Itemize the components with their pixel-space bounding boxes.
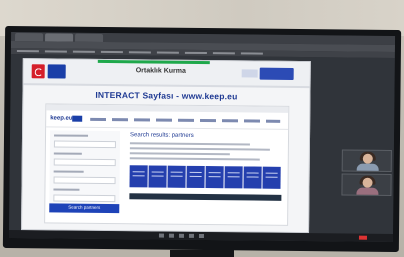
results-text-line bbox=[129, 157, 260, 161]
search-field[interactable] bbox=[53, 194, 116, 203]
sidebar-label bbox=[53, 188, 80, 191]
project-logo-icon bbox=[241, 69, 258, 78]
bookmark-item[interactable] bbox=[240, 52, 263, 55]
browser-tab[interactable] bbox=[15, 33, 44, 42]
results-cell[interactable] bbox=[148, 165, 167, 188]
results-cell[interactable] bbox=[167, 165, 186, 188]
website-search-sidebar: Search partners bbox=[49, 130, 121, 214]
bookmark-item[interactable] bbox=[212, 52, 235, 55]
results-heading: Search results: partners bbox=[130, 132, 194, 139]
chat-icon[interactable] bbox=[198, 233, 205, 239]
monitor-stand bbox=[170, 250, 234, 257]
website-logo: keep.eu bbox=[50, 115, 73, 122]
results-cell[interactable] bbox=[186, 165, 205, 189]
bookmark-item[interactable] bbox=[156, 51, 179, 54]
bookmark-item[interactable] bbox=[128, 51, 151, 54]
results-cell[interactable] bbox=[243, 166, 262, 189]
slide-header: Ortaklık Kurma bbox=[23, 59, 310, 89]
search-field[interactable] bbox=[53, 176, 116, 185]
results-table bbox=[129, 165, 281, 189]
participant-body bbox=[356, 187, 379, 195]
results-cell[interactable] bbox=[205, 166, 224, 189]
search-field[interactable] bbox=[53, 158, 116, 167]
results-cell[interactable] bbox=[129, 165, 148, 188]
slide-title: INTERACT Sayfası - www.keep.eu bbox=[95, 89, 238, 102]
search-partners-button[interactable]: Search partners bbox=[49, 203, 120, 214]
slide-accent-bar bbox=[97, 59, 210, 65]
monitor-screen: Ortaklık Kurma INTERACT Sayfası - www.ke… bbox=[8, 31, 396, 243]
camera-icon[interactable] bbox=[168, 233, 175, 238]
bookmark-item[interactable] bbox=[72, 50, 95, 53]
eu-flag-icon bbox=[72, 115, 83, 122]
website-topbar bbox=[46, 104, 289, 113]
taskbar bbox=[8, 229, 394, 243]
turkey-flag-icon bbox=[31, 64, 45, 79]
results-cell[interactable] bbox=[224, 166, 243, 189]
browser-tab[interactable] bbox=[45, 33, 74, 42]
search-partners-button-label: Search partners bbox=[68, 204, 101, 210]
results-text-line bbox=[129, 142, 250, 146]
search-field[interactable] bbox=[53, 140, 116, 149]
end-call-button[interactable] bbox=[358, 235, 367, 240]
divider bbox=[46, 126, 289, 130]
photo-scene: Ortaklık Kurma INTERACT Sayfası - www.ke… bbox=[0, 0, 404, 257]
eu-flag-icon bbox=[259, 67, 294, 80]
bookmark-item[interactable] bbox=[16, 50, 39, 53]
browser-tab[interactable] bbox=[75, 33, 104, 42]
results-text-line bbox=[129, 147, 270, 151]
participant-body bbox=[356, 163, 379, 171]
participant-video[interactable] bbox=[341, 173, 392, 196]
website-screenshot: keep.eu Search partners Search results: … bbox=[44, 103, 290, 226]
participant-avatar bbox=[362, 177, 373, 188]
presentation-slide: Ortaklık Kurma INTERACT Sayfası - www.ke… bbox=[21, 58, 311, 234]
bookmark-item[interactable] bbox=[100, 50, 123, 54]
sidebar-label bbox=[54, 134, 89, 137]
website-footer-bar bbox=[129, 193, 282, 201]
website-nav bbox=[90, 117, 281, 123]
slide-header-title: Ortaklık Kurma bbox=[135, 67, 186, 75]
bookmark-item[interactable] bbox=[184, 51, 207, 55]
participants-icon[interactable] bbox=[188, 233, 195, 238]
mic-icon[interactable] bbox=[158, 233, 165, 238]
bookmark-item[interactable] bbox=[44, 50, 67, 53]
screen-share-area: Ortaklık Kurma INTERACT Sayfası - www.ke… bbox=[8, 53, 395, 243]
results-text-line bbox=[129, 152, 230, 156]
eu-flag-icon bbox=[47, 64, 66, 79]
sidebar-label bbox=[53, 152, 82, 155]
monitor-bezel: Ortaklık Kurma INTERACT Sayfası - www.ke… bbox=[2, 25, 402, 253]
share-icon[interactable] bbox=[178, 233, 185, 238]
participant-avatar bbox=[362, 153, 373, 164]
sidebar-label bbox=[53, 170, 84, 173]
participant-video[interactable] bbox=[341, 149, 392, 172]
results-cell[interactable] bbox=[262, 166, 281, 189]
